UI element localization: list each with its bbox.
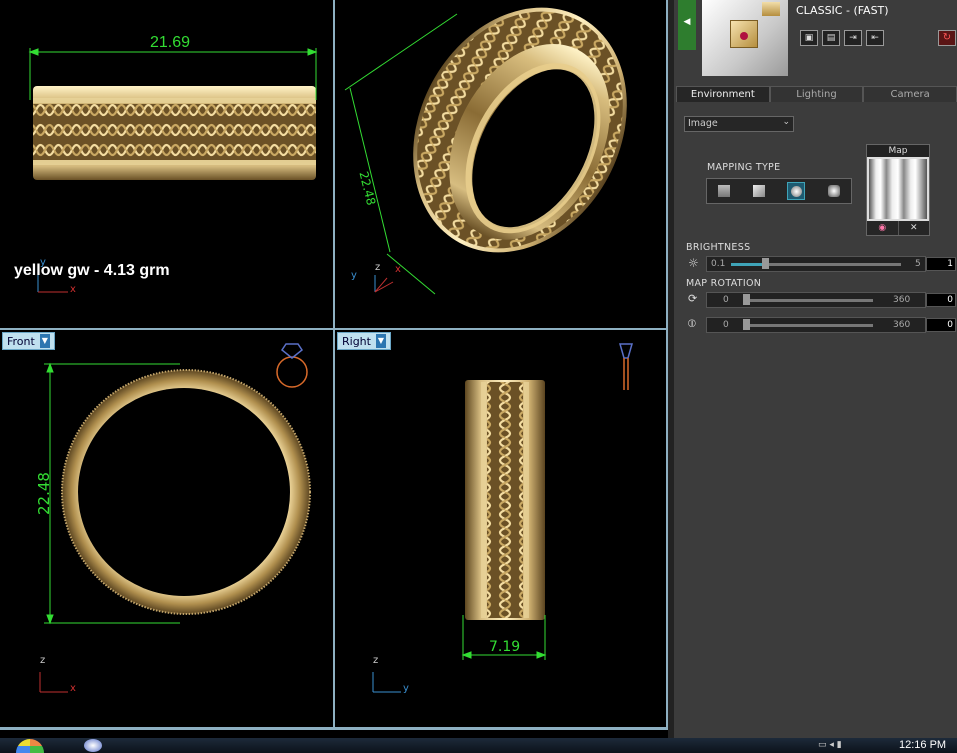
ring-gizmo-icon [276,343,308,388]
cylindrical-map-icon[interactable] [827,185,840,197]
map-rotation-slider-1[interactable]: 0 360 [706,292,926,308]
axis-triad [374,275,394,293]
axis-x-label: x [70,683,76,694]
select-value: Image [688,118,718,129]
dimension-value: 21.69 [150,34,191,51]
export-icon[interactable]: ⇥ [844,30,862,46]
axis-x-label: x [395,264,401,275]
toolbar: ▣ ▤ ⇥ ⇤ [800,30,884,46]
ring-gizmo-icon [619,343,633,390]
render-mode-label: CLASSIC - (FAST) [796,4,889,17]
tray-icons[interactable]: ▭ ◂ ▮ [818,740,842,750]
ring-side-render [372,343,633,693]
view-selector-right[interactable]: Right ▼ [337,332,391,350]
slider-handle[interactable] [743,319,750,330]
collapse-tab[interactable]: ◀ [678,0,696,50]
viewport-divider[interactable] [0,328,666,330]
slider-max: 360 [893,320,911,330]
brightness-label: BRIGHTNESS [686,242,751,253]
sun-icon: ☼ [688,256,699,270]
weight-label: yellow gw - 4.13 grm [14,262,170,279]
view-selector-front[interactable]: Front ▼ [2,332,55,350]
slider-handle[interactable] [743,294,750,305]
view-name: Front [7,334,35,348]
dimension-value: 7.19 [489,639,521,655]
panel-tabs: Environment Lighting Camera [676,86,957,102]
chevron-down-icon[interactable]: ▼ [39,334,50,348]
refresh-icon[interactable]: ↻ [938,30,956,46]
import-icon[interactable]: ⇤ [866,30,884,46]
axis-triad [39,672,68,693]
save-icon[interactable]: ▣ [800,30,818,46]
color-wheel-icon[interactable]: ◉ [867,221,898,235]
ring-front-render [39,343,311,693]
chevron-down-icon[interactable]: ▼ [375,334,386,348]
axis-x-label: x [70,284,76,295]
start-button-icon[interactable] [16,739,44,753]
slider-min: 0.1 [711,259,726,269]
environment-select[interactable]: Image ⌄ [684,116,794,132]
box-map-icon[interactable] [752,185,765,197]
axis-y-label: y [403,683,409,694]
map-rotation-value-1[interactable]: 0 [926,293,956,307]
viewport-right[interactable]: Right ▼ 7.19 z y [335,330,666,727]
viewport-border [0,727,668,730]
axis-z-label: z [375,262,381,273]
rotate-horizontal-icon: ⟳ [688,292,698,305]
axis-triad [372,672,401,693]
render-panel: ◀ CLASSIC - (FAST) ▣ ▤ ⇥ ⇤ ↻ Environment… [674,0,957,738]
slider-min: 0 [723,295,729,305]
scene-thumbnail[interactable] [702,0,788,76]
chevron-down-icon: ⌄ [782,117,790,127]
tab-camera[interactable]: Camera [863,86,957,102]
clock[interactable]: 12:16 PM [899,739,946,751]
axis-z-label: z [40,655,46,666]
app-icon[interactable] [84,739,102,752]
brightness-value[interactable]: 1 [926,257,956,271]
slider-max: 5 [915,259,921,269]
taskbar: ▭ ◂ ▮ 12:16 PM [0,738,957,753]
map-label: Map [867,145,929,157]
brightness-slider[interactable]: 0.1 5 [706,256,926,272]
tab-environment[interactable]: Environment [676,86,770,102]
close-icon[interactable]: ✕ [897,221,930,235]
viewport-perspective[interactable]: 22.48 y z x [335,0,666,328]
viewport-front[interactable]: Front ▼ 22.48 z x [0,330,333,727]
axis-y-label: y [351,270,357,281]
map-rotation-slider-2[interactable]: 0 360 [706,317,926,333]
mapping-type-label: MAPPING TYPE [707,162,781,173]
dimension-value: 22.48 [35,472,53,515]
tab-lighting[interactable]: Lighting [769,86,864,102]
slider-handle[interactable] [761,258,769,269]
viewport-divider[interactable] [333,0,335,727]
map-rotation-value-2[interactable]: 0 [926,318,956,332]
ring-perspective-render [344,7,627,295]
map-rotation-label: MAP ROTATION [686,278,762,289]
spherical-map-icon[interactable] [787,182,806,200]
axis-z-label: z [373,655,379,666]
planar-map-icon[interactable] [718,185,731,197]
viewport-top[interactable]: 21.69 yellow gw - 4.13 grm y x [0,0,333,328]
axis-y-label: y [40,257,46,268]
rotate-vertical-icon: ⦶ [688,317,696,330]
view-name: Right [342,334,371,348]
mapping-type-group [706,178,852,204]
map-image [869,159,927,219]
map-preview[interactable]: Map ◉ ✕ [866,144,930,236]
slider-max: 360 [893,295,911,305]
save-as-icon[interactable]: ▤ [822,30,840,46]
slider-min: 0 [723,320,729,330]
